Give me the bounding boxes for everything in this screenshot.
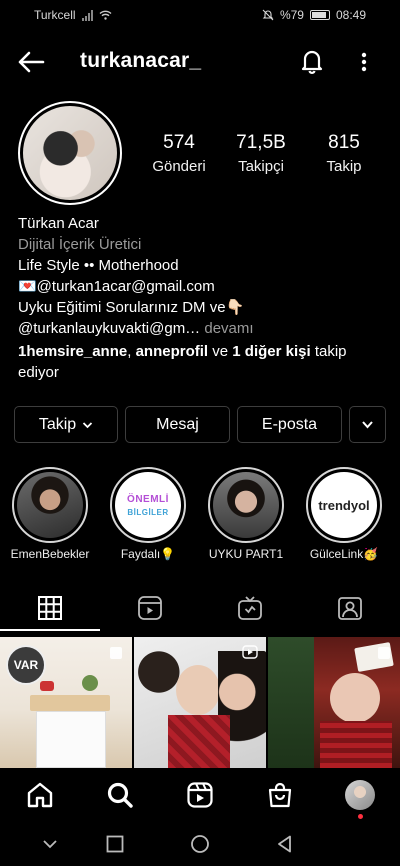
category-label: Dijital İçerik Üretici — [18, 236, 142, 253]
highlight-item[interactable]: trendyol GülceLink🥳 — [305, 467, 383, 561]
multi-post-icon — [378, 647, 390, 659]
following-stat[interactable]: 815 Takip — [309, 132, 379, 175]
separator: ve — [208, 343, 233, 360]
avatar-photo — [23, 106, 117, 200]
own-profile-avatar[interactable] — [345, 780, 375, 810]
back-arrow-icon[interactable] — [16, 48, 46, 76]
following-count: 815 — [328, 132, 360, 153]
highlight-cover — [213, 472, 279, 538]
posts-label: Gönderi — [152, 158, 206, 175]
video-post-icon — [242, 645, 258, 659]
search-icon[interactable] — [106, 781, 134, 809]
profile-header: turkanacar_ — [0, 40, 400, 84]
follow-label: Takip — [38, 415, 77, 433]
followers-count: 71,5B — [236, 132, 286, 153]
highlight-ring — [208, 467, 284, 543]
message-label: Mesaj — [156, 415, 199, 433]
highlight-label: GülceLink🥳 — [309, 547, 379, 561]
profile-username: turkanacar_ — [80, 49, 202, 72]
igtv-tab-icon[interactable] — [237, 595, 263, 621]
highlight-cover-subtitle: BİLGİLER — [127, 507, 169, 517]
following-label: Takip — [326, 158, 362, 175]
profile-tabs — [0, 587, 400, 631]
follower-link[interactable]: 1hemsire_anne — [18, 343, 127, 360]
followers-stat[interactable]: 71,5B Takipçi — [226, 132, 296, 175]
more-link[interactable]: devamı — [200, 320, 253, 337]
post-thumbnail[interactable] — [268, 637, 400, 768]
shop-icon[interactable] — [266, 781, 294, 809]
email-button[interactable]: E-posta — [237, 406, 342, 443]
separator: , — [127, 343, 136, 360]
bio-line-truncated: @turkanlauykuvakti@gm… devamı — [18, 318, 388, 339]
home-button-icon[interactable] — [190, 834, 210, 854]
trendyol-logo: trendyol — [318, 497, 370, 513]
multi-post-icon — [110, 647, 122, 659]
email-label: E-posta — [261, 415, 318, 433]
reels-tab-icon[interactable] — [137, 595, 163, 621]
notification-dot — [358, 814, 363, 819]
chevron-down-icon — [362, 421, 373, 429]
signal-icon — [81, 9, 93, 21]
highlight-cover: trendyol — [311, 472, 377, 538]
post-grid: VAR — [0, 637, 400, 768]
highlight-cover-title: ÖNEMLİ — [127, 493, 169, 505]
suggested-toggle-button[interactable] — [349, 406, 386, 443]
highlight-label: Faydalı💡 — [120, 547, 176, 561]
bio-email[interactable]: 💌@turkan1acar@gmail.com — [18, 276, 388, 297]
bio-line: Life Style •• Motherhood — [18, 257, 179, 274]
shop-badge: VAR — [6, 645, 46, 685]
posts-stat[interactable]: 574 Gönderi — [144, 132, 214, 175]
others-link[interactable]: 1 diğer kişi — [232, 343, 310, 360]
bottom-navigation — [0, 768, 400, 822]
clock: 08:49 — [335, 8, 366, 22]
highlight-item[interactable]: UYKU PART1 — [207, 467, 285, 561]
more-options-icon[interactable] — [354, 47, 374, 77]
post-thumbnail[interactable] — [134, 637, 266, 768]
follower-link[interactable]: anneprofil — [136, 343, 209, 360]
follow-button[interactable]: Takip — [14, 406, 118, 443]
bio-line: Uyku Eğitimi Sorularınız DM ve👇🏻 — [18, 299, 245, 316]
chevron-down-icon[interactable] — [40, 834, 60, 854]
notification-bell-icon[interactable] — [297, 46, 327, 76]
highlight-cover — [17, 472, 83, 538]
recent-apps-icon[interactable] — [105, 834, 125, 854]
highlight-label: EmenBebekler — [10, 547, 90, 561]
highlight-ring: ÖNEMLİ BİLGİLER — [110, 467, 186, 543]
highlight-item[interactable]: EmenBebekler — [11, 467, 89, 561]
home-icon[interactable] — [26, 781, 54, 809]
followed-by[interactable]: 1hemsire_anne, anneprofil ve 1 diğer kiş… — [18, 341, 388, 383]
post-thumbnail[interactable]: VAR — [0, 637, 132, 768]
highlight-label: UYKU PART1 — [208, 547, 284, 561]
grid-tab-icon[interactable] — [37, 595, 63, 621]
highlight-ring: trendyol — [306, 467, 382, 543]
chevron-down-icon — [83, 421, 93, 428]
wifi-icon — [99, 10, 112, 20]
highlight-cover: ÖNEMLİ BİLGİLER — [115, 472, 181, 538]
mute-bell-icon — [262, 9, 274, 21]
active-tab-indicator — [0, 629, 100, 631]
posts-count: 574 — [163, 132, 195, 153]
display-name: Türkan Acar — [18, 215, 99, 232]
profile-bio: Türkan Acar Dijital İçerik Üretici Life … — [18, 213, 388, 383]
status-bar: Turkcell %79 08:49 — [0, 0, 400, 30]
bio-mention[interactable]: @turkanlauykuvakti@gm… — [18, 320, 200, 337]
message-button[interactable]: Mesaj — [125, 406, 230, 443]
carrier-name: Turkcell — [34, 8, 76, 22]
followers-label: Takipçi — [238, 158, 284, 175]
highlight-item[interactable]: ÖNEMLİ BİLGİLER Faydalı💡 — [109, 467, 187, 561]
system-back-icon[interactable] — [275, 834, 295, 854]
reels-icon[interactable] — [186, 781, 214, 809]
highlight-ring — [12, 467, 88, 543]
battery-icon — [309, 10, 330, 20]
tagged-tab-icon[interactable] — [337, 595, 363, 621]
system-navigation-bar — [0, 822, 400, 866]
battery-percent: %79 — [279, 8, 304, 22]
profile-avatar[interactable] — [18, 101, 122, 205]
